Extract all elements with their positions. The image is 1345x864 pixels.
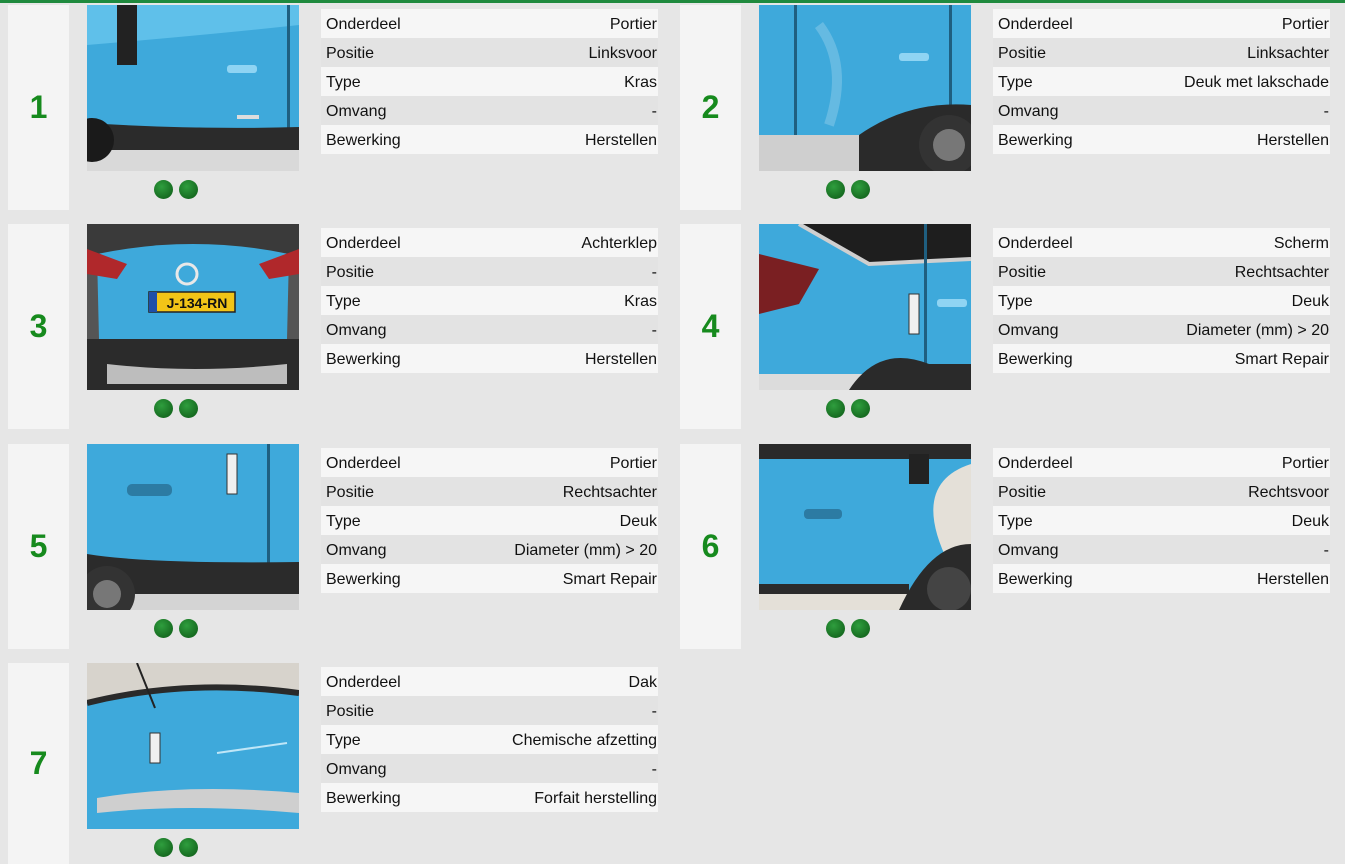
damage-details-table: Onderdeel Achterklep Positie - Type Kras Om… — [321, 228, 658, 373]
detail-row-bewerking: Bewerking Smart Repair — [993, 344, 1330, 373]
detail-row-omvang: Omvang Diameter (mm) > 20 — [321, 535, 658, 564]
photo-dot-1[interactable] — [826, 619, 845, 638]
detail-row-omvang: Omvang - — [321, 315, 658, 344]
detail-row-bewerking: Bewerking Herstellen — [993, 564, 1330, 593]
detail-row-omvang: Omvang - — [993, 96, 1330, 125]
detail-row-positie: Positie Rechtsachter — [321, 477, 658, 506]
detail-row-bewerking: Bewerking Herstellen — [321, 125, 658, 154]
photo-dot-2[interactable] — [179, 838, 198, 857]
detail-row-omvang: Omvang Diameter (mm) > 20 — [993, 315, 1330, 344]
photo-dot-1[interactable] — [826, 180, 845, 199]
damage-number: 6 — [701, 528, 720, 564]
damage-number: 2 — [701, 89, 720, 125]
photo-dot-1[interactable] — [154, 838, 173, 857]
damage-number-cell: 2 — [680, 5, 741, 210]
detail-row-onderdeel: Onderdeel Portier — [993, 9, 1330, 38]
damage-number: 4 — [701, 308, 720, 344]
damage-card-6: 6 Onderdeel Portier Positie Rechtsvoor Typ… — [680, 444, 1342, 649]
damage-number-cell: 6 — [680, 444, 741, 649]
detail-row-type: Type Deuk — [993, 286, 1330, 315]
damage-photo[interactable] — [759, 444, 971, 610]
detail-row-bewerking: Bewerking Forfait herstelling — [321, 783, 658, 812]
photo-dot-1[interactable] — [826, 399, 845, 418]
top-accent-bar — [0, 0, 1345, 3]
damage-card-7: 7 Onderdeel Dak Positie - Type Chemische af… — [8, 663, 670, 864]
detail-row-type: Type Deuk — [993, 506, 1330, 535]
damage-number-cell: 1 — [8, 5, 69, 210]
photo-dot-2[interactable] — [179, 180, 198, 199]
damage-number: 3 — [29, 308, 48, 344]
damage-details-table: Onderdeel Dak Positie - Type Chemische afze… — [321, 667, 658, 812]
detail-row-type: Type Kras — [321, 67, 658, 96]
damage-photo[interactable] — [87, 663, 299, 829]
detail-row-omvang: Omvang - — [993, 535, 1330, 564]
detail-row-onderdeel: Onderdeel Dak — [321, 667, 658, 696]
damage-card-4: 4 Onderdeel Scherm Positie Rechtsachter Ty… — [680, 224, 1342, 429]
damage-details-table: Onderdeel Scherm Positie Rechtsachter Type… — [993, 228, 1330, 373]
damage-photo[interactable] — [759, 224, 971, 390]
detail-row-onderdeel: Onderdeel Portier — [993, 448, 1330, 477]
damage-details-table: Onderdeel Portier Positie Linksvoor Type Kr… — [321, 9, 658, 154]
detail-row-positie: Positie Rechtsachter — [993, 257, 1330, 286]
damage-card-2: 2 Onderdeel Portier Positie Linksachter Ty… — [680, 5, 1342, 210]
detail-row-type: Type Deuk — [321, 506, 658, 535]
detail-row-positie: Positie Linksvoor — [321, 38, 658, 67]
detail-row-bewerking: Bewerking Smart Repair — [321, 564, 658, 593]
detail-row-positie: Positie - — [321, 257, 658, 286]
damage-photo[interactable]: J-134-RN — [87, 224, 299, 390]
detail-row-onderdeel: Onderdeel Portier — [321, 448, 658, 477]
damage-number-cell: 7 — [8, 663, 69, 864]
detail-row-onderdeel: Onderdeel Scherm — [993, 228, 1330, 257]
photo-dot-2[interactable] — [851, 180, 870, 199]
damage-details-table: Onderdeel Portier Positie Rechtsvoor Type D… — [993, 448, 1330, 593]
detail-row-positie: Positie Rechtsvoor — [993, 477, 1330, 506]
photo-dot-2[interactable] — [179, 619, 198, 638]
detail-row-omvang: Omvang - — [321, 96, 658, 125]
detail-row-bewerking: Bewerking Herstellen — [993, 125, 1330, 154]
damage-photo[interactable] — [87, 444, 299, 610]
detail-row-omvang: Omvang - — [321, 754, 658, 783]
photo-pager — [154, 838, 214, 860]
detail-row-type: Type Chemische afzetting — [321, 725, 658, 754]
damage-number-cell: 3 — [8, 224, 69, 429]
photo-dot-1[interactable] — [154, 399, 173, 418]
damage-card-1: 1 Onderdeel Portier Positie Linksvoor Type… — [8, 5, 670, 210]
damage-number-cell: 5 — [8, 444, 69, 649]
detail-row-type: Type Deuk met lakschade — [993, 67, 1330, 96]
license-plate-text: J-134-RN — [167, 295, 228, 311]
detail-row-onderdeel: Onderdeel Achterklep — [321, 228, 658, 257]
photo-pager — [826, 619, 886, 641]
detail-row-positie: Positie Linksachter — [993, 38, 1330, 67]
damage-card-5: 5 Onderdeel Portier Positie Rechtsachter T… — [8, 444, 670, 649]
damage-number-cell: 4 — [680, 224, 741, 429]
damage-details-table: Onderdeel Portier Positie Linksachter Type… — [993, 9, 1330, 154]
damage-photo[interactable] — [87, 5, 299, 171]
photo-pager — [826, 180, 886, 202]
damage-number: 1 — [29, 89, 48, 125]
detail-row-bewerking: Bewerking Herstellen — [321, 344, 658, 373]
photo-dot-2[interactable] — [851, 399, 870, 418]
detail-row-onderdeel: Onderdeel Portier — [321, 9, 658, 38]
photo-pager — [154, 180, 214, 202]
photo-pager — [154, 619, 214, 641]
photo-dot-2[interactable] — [851, 619, 870, 638]
damage-card-3: 3 J-134-RN Onderdeel Achterklep Positie - … — [8, 224, 670, 429]
damage-photo[interactable] — [759, 5, 971, 171]
detail-row-positie: Positie - — [321, 696, 658, 725]
photo-pager — [826, 399, 886, 421]
photo-dot-1[interactable] — [154, 619, 173, 638]
damage-number: 5 — [29, 528, 48, 564]
photo-pager — [154, 399, 214, 421]
detail-row-type: Type Kras — [321, 286, 658, 315]
photo-dot-1[interactable] — [154, 180, 173, 199]
photo-dot-2[interactable] — [179, 399, 198, 418]
damage-number: 7 — [29, 745, 48, 781]
damage-details-table: Onderdeel Portier Positie Rechtsachter Typ… — [321, 448, 658, 593]
